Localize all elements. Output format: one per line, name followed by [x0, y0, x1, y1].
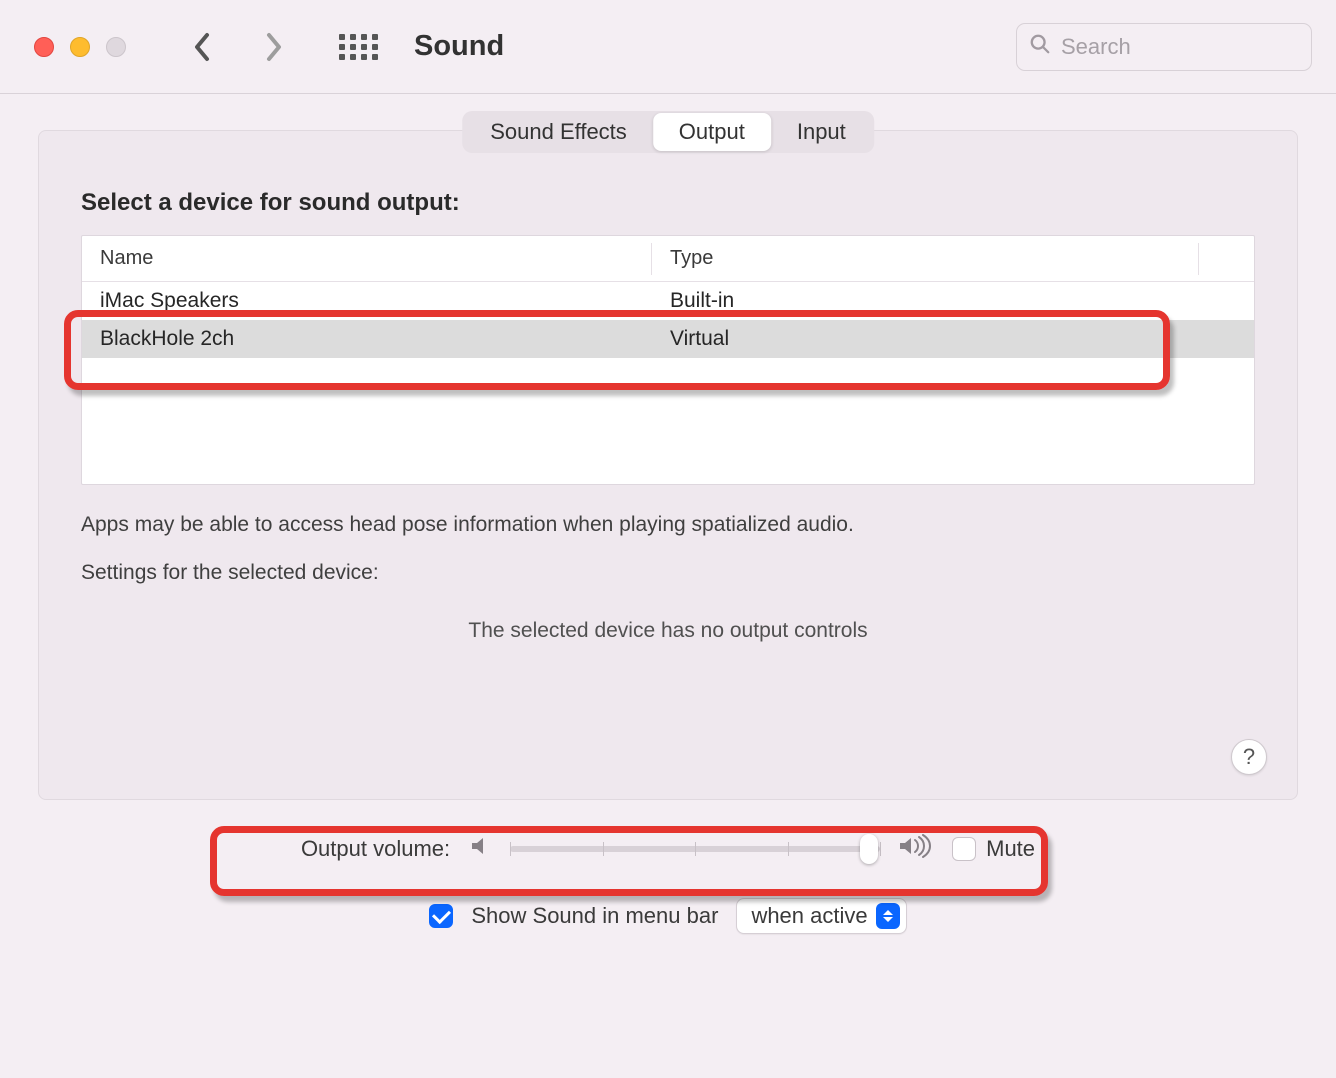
- spatial-audio-info: Apps may be able to access head pose inf…: [39, 485, 1297, 537]
- show-sound-menubar-label: Show Sound in menu bar: [471, 903, 718, 929]
- window-traffic-lights: [34, 37, 126, 57]
- volume-slider-thumb[interactable]: [860, 834, 878, 864]
- sound-tabs: Sound Effects Output Input: [462, 111, 874, 153]
- tab-sound-effects[interactable]: Sound Effects: [464, 113, 653, 151]
- device-type: Built-in: [652, 289, 734, 313]
- column-header-name[interactable]: Name: [82, 243, 652, 275]
- output-volume-label: Output volume:: [301, 836, 450, 862]
- mute-label: Mute: [986, 836, 1035, 862]
- help-button[interactable]: ?: [1231, 739, 1267, 775]
- mute-control: Mute: [952, 836, 1035, 862]
- mute-checkbox[interactable]: [952, 837, 976, 861]
- menu-bar-row: Show Sound in menu bar when active: [0, 898, 1336, 934]
- device-table: Name Type iMac Speakers Built-in BlackHo…: [81, 235, 1255, 485]
- device-section-heading: Select a device for sound output:: [39, 145, 1297, 235]
- show-all-prefs-button[interactable]: [340, 29, 376, 65]
- search-input[interactable]: [1061, 34, 1299, 60]
- device-settings-label: Settings for the selected device:: [39, 537, 1297, 585]
- device-name: iMac Speakers: [82, 289, 652, 313]
- device-type: Virtual: [652, 327, 729, 351]
- nav-controls: [184, 27, 292, 67]
- window-minimize-button[interactable]: [70, 37, 90, 57]
- apps-grid-icon: [339, 34, 378, 60]
- device-table-header: Name Type: [82, 236, 1254, 282]
- window-close-button[interactable]: [34, 37, 54, 57]
- nav-back-button[interactable]: [184, 27, 220, 67]
- output-volume-slider[interactable]: [510, 836, 880, 862]
- window-title: Sound: [414, 30, 504, 63]
- table-row[interactable]: iMac Speakers Built-in: [82, 282, 1254, 320]
- tab-output[interactable]: Output: [653, 113, 771, 151]
- search-field[interactable]: [1016, 23, 1312, 71]
- no-output-controls-text: The selected device has no output contro…: [39, 585, 1297, 643]
- tab-input[interactable]: Input: [771, 113, 872, 151]
- sound-panel: Sound Effects Output Input Select a devi…: [38, 130, 1298, 800]
- nav-forward-button[interactable]: [256, 27, 292, 67]
- table-row[interactable]: BlackHole 2ch Virtual: [82, 320, 1254, 358]
- dropdown-stepper-icon: [876, 903, 900, 929]
- speaker-loud-icon: [898, 834, 934, 864]
- menu-bar-mode-dropdown[interactable]: when active: [736, 898, 906, 934]
- search-icon: [1029, 33, 1051, 61]
- dropdown-value: when active: [751, 903, 867, 929]
- window-zoom-button[interactable]: [106, 37, 126, 57]
- speaker-quiet-icon: [468, 834, 492, 864]
- show-sound-menubar-checkbox[interactable]: [429, 904, 453, 928]
- device-name: BlackHole 2ch: [82, 327, 652, 351]
- column-header-type[interactable]: Type: [652, 243, 1199, 275]
- output-volume-row: Output volume: Mute: [0, 834, 1336, 864]
- window-toolbar: Sound: [0, 0, 1336, 94]
